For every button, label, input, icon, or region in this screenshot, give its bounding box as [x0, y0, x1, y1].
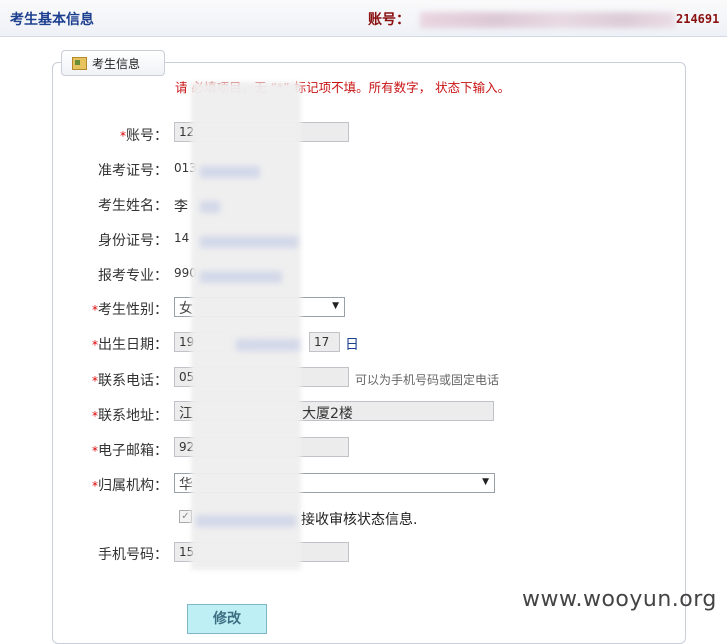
- header-bar: 考生基本信息 账号： 214691: [0, 0, 727, 37]
- name-value: 李: [174, 199, 188, 215]
- gender-label: *考生性别：: [92, 302, 168, 318]
- dropdown-arrow-icon: ▼: [482, 477, 489, 487]
- mobile-label: 手机号码：: [98, 547, 168, 563]
- phone-label: *联系电话：: [92, 373, 168, 389]
- panel-tab: 考生信息: [61, 50, 165, 76]
- phone-hint: 可以为手机号码或固定电话: [355, 373, 500, 387]
- redaction-blur: [236, 339, 300, 351]
- major-label: 报考专业：: [98, 268, 168, 284]
- redaction-blur: [200, 166, 260, 178]
- redacted-account: [420, 12, 675, 28]
- email-label: *电子邮箱：: [92, 443, 168, 459]
- id-no-value: 14: [174, 231, 190, 245]
- redaction-blur: [200, 271, 282, 283]
- watermark: www.wooyun.org: [522, 587, 717, 612]
- picture-icon: [72, 57, 87, 70]
- page-title: 考生基本信息: [10, 12, 94, 28]
- redaction-blur: [200, 201, 220, 213]
- exam-no-label: 准考证号：: [98, 163, 168, 179]
- birth-day-input[interactable]: 17: [309, 332, 340, 352]
- birth-label: *出生日期：: [92, 337, 168, 353]
- dropdown-arrow-icon: ▼: [332, 301, 339, 311]
- redaction-blur: [200, 236, 298, 248]
- id-no-label: 身份证号：: [98, 233, 168, 249]
- account-number-tail: 214691: [676, 12, 720, 26]
- redaction-blur: [196, 515, 296, 527]
- org-label: *归属机构：: [92, 478, 168, 494]
- day-unit: 日: [345, 337, 359, 353]
- panel-tab-label: 考生信息: [92, 57, 141, 71]
- address-label: *联系地址：: [92, 408, 168, 424]
- name-label: 考生姓名：: [98, 198, 168, 214]
- account-label: 账号：: [368, 12, 410, 28]
- account-field-label: *账号：: [120, 128, 168, 144]
- modify-button[interactable]: 修改: [187, 604, 267, 634]
- redaction-blur: [191, 82, 301, 570]
- notify-text: 接收审核状态信息.: [301, 512, 418, 528]
